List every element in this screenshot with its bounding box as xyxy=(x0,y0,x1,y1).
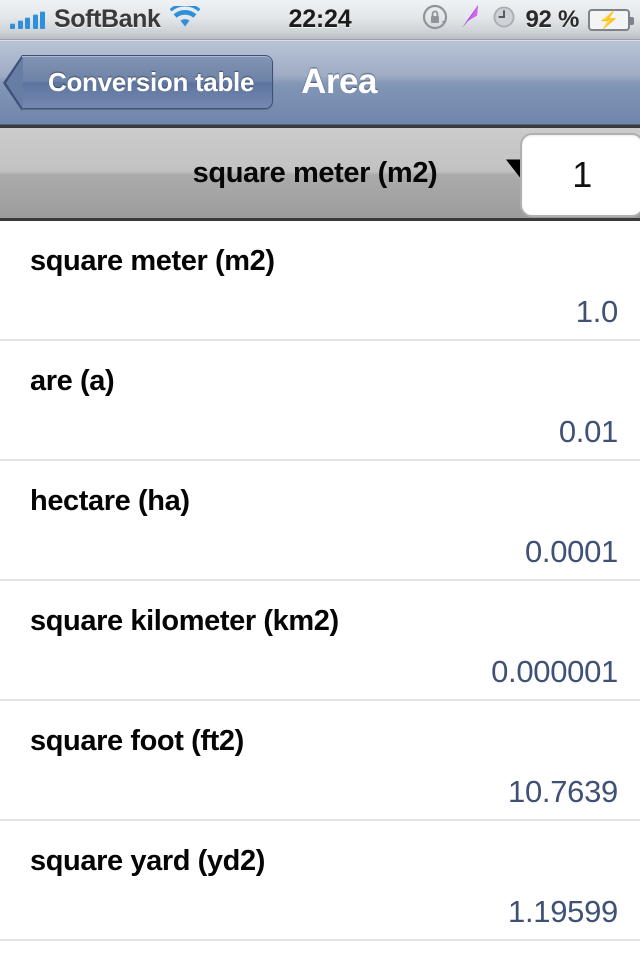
location-arrow-icon xyxy=(457,3,483,36)
carrier-label: SoftBank xyxy=(54,5,161,33)
alarm-clock-icon xyxy=(492,5,516,34)
cellular-signal-icon xyxy=(10,10,45,29)
unit-selector-bar: square meter (m2) 1 xyxy=(0,125,640,221)
row-unit-label: hectare (ha) xyxy=(30,485,190,517)
row-unit-label: square kilometer (km2) xyxy=(30,605,339,637)
table-row[interactable]: square kilometer (km2) 0.000001 xyxy=(0,581,640,701)
table-row[interactable]: square foot (ft2) 10.7639 xyxy=(0,701,640,821)
table-row[interactable]: square meter (m2) 1.0 xyxy=(0,221,640,341)
battery-charging-icon: ⚡ xyxy=(588,8,634,31)
row-unit-value: 10.7639 xyxy=(508,774,618,809)
row-unit-label: square yard (yd2) xyxy=(30,845,265,877)
status-bar-left: SoftBank xyxy=(10,3,200,34)
app-screen: SoftBank 22:24 92 % ⚡ Conversion table A… xyxy=(0,0,640,960)
conversion-list[interactable]: square meter (m2) 1.0 are (a) 0.01 hecta… xyxy=(0,221,640,957)
row-unit-label: square meter (m2) xyxy=(30,245,275,277)
row-unit-value: 0.0001 xyxy=(524,534,618,569)
table-row[interactable]: are (a) 0.01 xyxy=(0,341,640,461)
rotation-lock-icon xyxy=(422,4,448,35)
table-row[interactable]: square yard (yd2) 1.19599 xyxy=(0,821,640,941)
battery-percent-label: 92 % xyxy=(525,5,579,33)
table-row[interactable]: square inch (in2) xyxy=(0,941,640,957)
status-clock: 22:24 xyxy=(288,5,352,33)
page-title: Area xyxy=(301,62,377,101)
status-bar-right: 92 % ⚡ xyxy=(422,3,634,36)
value-input[interactable]: 1 xyxy=(520,133,640,217)
back-button-label: Conversion table xyxy=(48,66,255,97)
row-unit-value: 1.19599 xyxy=(508,894,618,929)
value-input-text: 1 xyxy=(572,154,592,195)
source-unit-label: square meter (m2) xyxy=(192,156,438,189)
row-unit-value: 1.0 xyxy=(575,294,619,329)
row-unit-label: square foot (ft2) xyxy=(30,725,244,757)
row-unit-value: 0.01 xyxy=(558,414,618,449)
row-unit-value: 0.000001 xyxy=(491,654,618,689)
table-row[interactable]: hectare (ha) 0.0001 xyxy=(0,461,640,581)
back-button[interactable]: Conversion table xyxy=(2,55,274,111)
navigation-bar: Conversion table Area xyxy=(0,40,640,125)
row-unit-label: are (a) xyxy=(30,365,115,397)
status-bar: SoftBank 22:24 92 % ⚡ xyxy=(0,0,640,40)
wifi-icon xyxy=(169,3,200,33)
